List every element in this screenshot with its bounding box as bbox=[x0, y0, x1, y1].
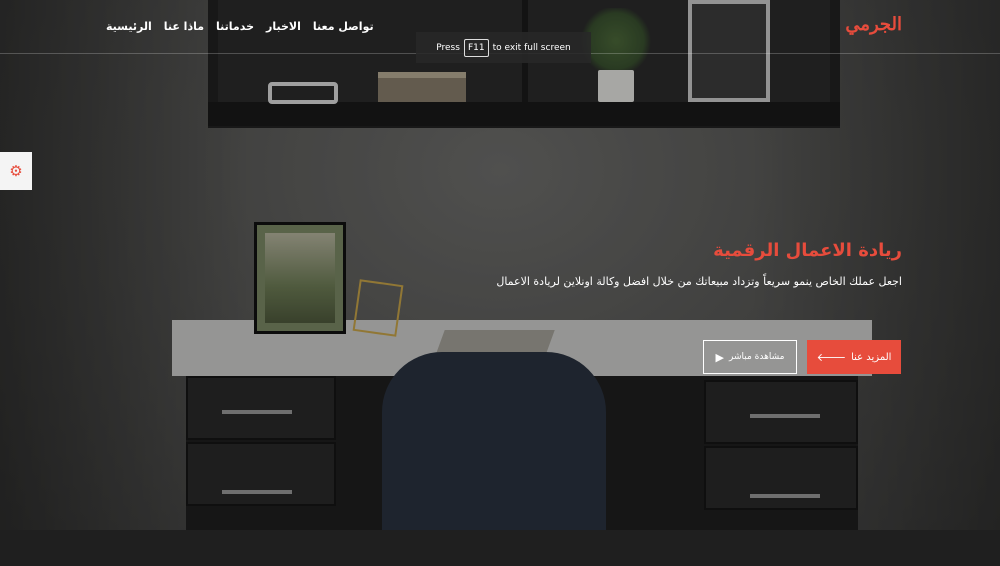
main-menu: الرئيسية ماذا عنا خدماتنا الاخبار تواصل … bbox=[106, 20, 374, 33]
gear-icon: ⚙ bbox=[9, 161, 23, 180]
f11-key: F11 bbox=[463, 38, 489, 57]
watch-live-label: مشاهدة مباشر bbox=[729, 352, 785, 362]
more-about-us-button[interactable]: المزيد عنا 🡐 bbox=[807, 340, 901, 374]
nav-item-contact[interactable]: تواصل معنا bbox=[313, 20, 374, 33]
arrow-left-icon: 🡐 bbox=[816, 350, 847, 364]
hero-title: ريادة الاعمال الرقمية bbox=[713, 240, 902, 261]
fullscreen-hint: Press F11 to exit full screen bbox=[416, 32, 591, 63]
nav-item-news[interactable]: الاخبار bbox=[266, 20, 301, 33]
watch-live-button[interactable]: مشاهدة مباشر ▶ bbox=[703, 340, 797, 374]
hero-subtitle: اجعل عملك الخاص ينمو سريعاً وتزداد مبيعا… bbox=[496, 275, 902, 288]
nav-item-home[interactable]: الرئيسية bbox=[106, 20, 152, 33]
fullscreen-hint-text: to exit full screen bbox=[492, 42, 571, 53]
fullscreen-hint-press: Press bbox=[436, 42, 460, 53]
settings-toggle[interactable]: ⚙ bbox=[0, 152, 32, 190]
nav-item-services[interactable]: خدماتنا bbox=[216, 20, 254, 33]
more-about-us-label: المزيد عنا bbox=[851, 351, 892, 363]
brand-logo[interactable]: الجرمي bbox=[845, 14, 902, 35]
play-icon: ▶ bbox=[715, 350, 725, 364]
nav-item-about[interactable]: ماذا عنا bbox=[164, 20, 204, 33]
